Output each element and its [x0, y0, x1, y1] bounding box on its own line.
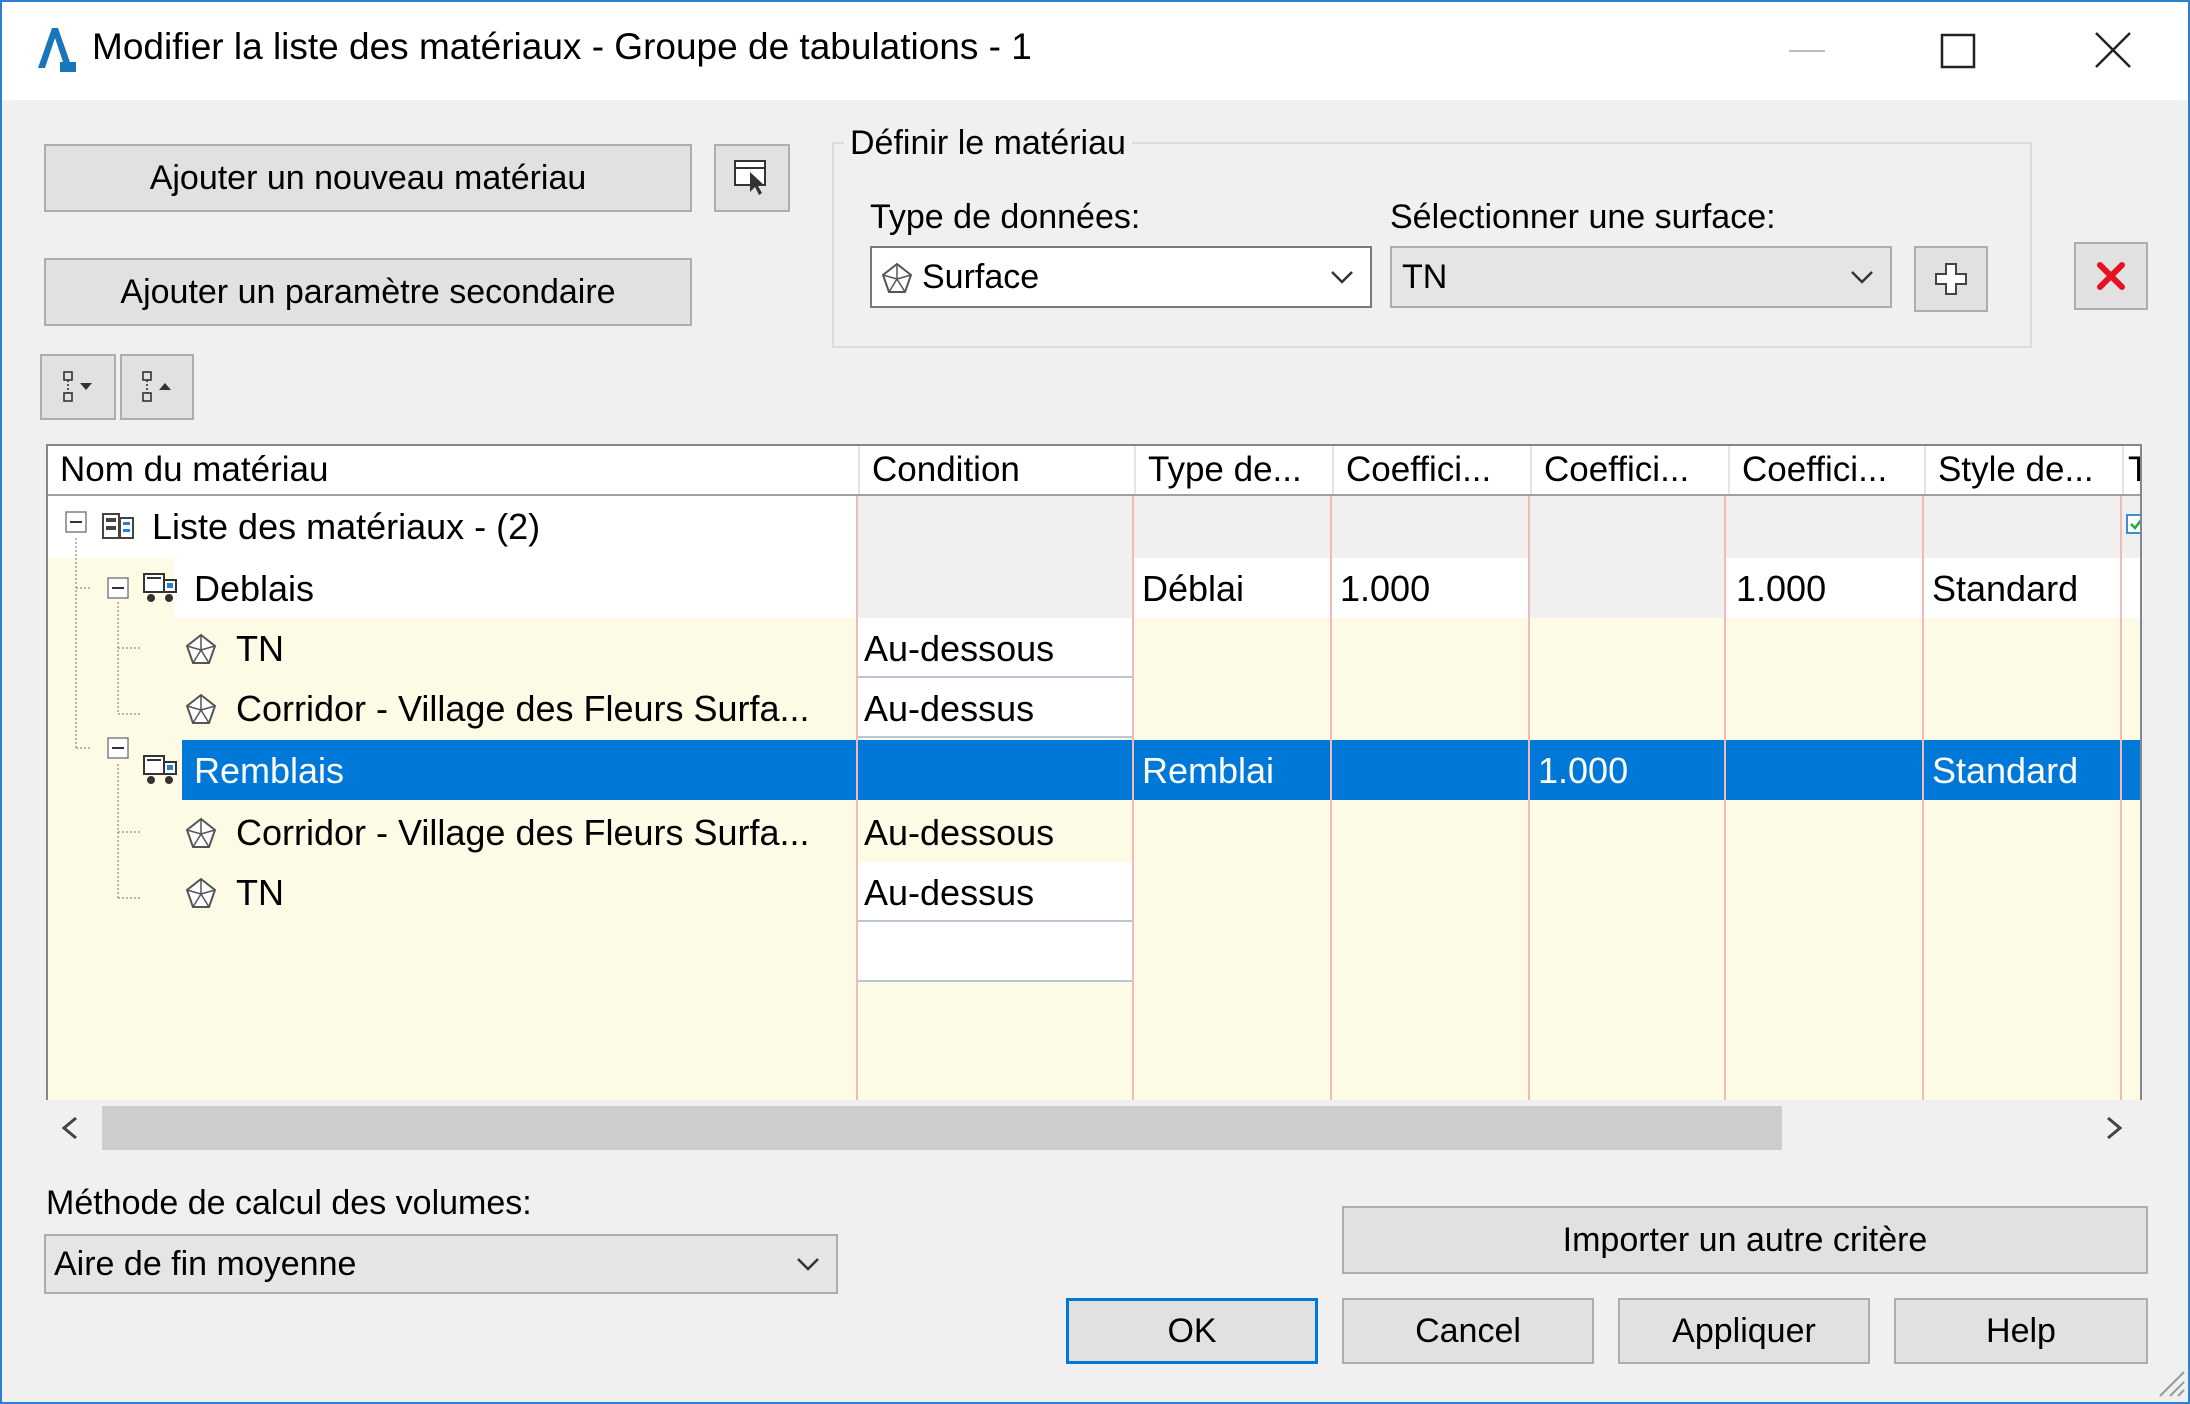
col-header-coefficient-2[interactable]: Coeffici... [1532, 446, 1730, 494]
surface-icon [185, 693, 217, 724]
horizontal-scrollbar[interactable] [46, 1100, 2142, 1156]
ok-button[interactable]: OK [1066, 1298, 1318, 1364]
add-secondary-parameter-button[interactable]: Ajouter un paramètre secondaire [44, 258, 692, 326]
expand-all-icon [63, 371, 92, 402]
autocad-icon [32, 24, 76, 74]
column-separator [856, 496, 858, 1108]
chevron-down-icon [788, 1236, 828, 1292]
surface-icon [185, 633, 217, 664]
row-name[interactable]: Remblais [194, 750, 344, 792]
surface-select-combo[interactable]: TN [1390, 246, 1892, 308]
surface-icon [881, 262, 913, 293]
chevron-down-icon [1842, 248, 1882, 306]
col-header-overflow[interactable]: T [2124, 446, 2140, 494]
data-type-label: Type de données: [870, 198, 1141, 236]
row-style[interactable]: Standard [1932, 568, 2078, 610]
col-header-name[interactable]: Nom du matériau [48, 446, 860, 494]
row-condition[interactable]: Au-dessous [864, 812, 1054, 854]
checkbox-icon[interactable] [2124, 510, 2142, 540]
dialog-window: Modifier la liste des matériaux - Groupe… [0, 0, 2190, 1404]
row-type[interactable]: Déblai [1142, 568, 1244, 610]
column-separator [1922, 496, 1924, 1108]
row-name[interactable]: TN [236, 628, 284, 670]
import-criteria-button[interactable]: Importer un autre critère [1342, 1206, 2148, 1274]
surface-icon [185, 877, 217, 908]
data-type-combo[interactable]: Surface [870, 246, 1372, 308]
pick-from-drawing-icon [734, 160, 766, 195]
chevron-down-icon [1322, 248, 1362, 306]
collapse-all-button[interactable] [120, 354, 194, 420]
row-name[interactable]: Corridor - Village des Fleurs Surfa... [236, 688, 810, 730]
row-bg-list-cells [856, 496, 2140, 558]
material-truck-icon [143, 573, 177, 602]
minimize-button[interactable] [1732, 2, 1882, 100]
column-separator [1724, 496, 1726, 1108]
scroll-right-icon[interactable] [2100, 1114, 2128, 1142]
resize-grip-icon[interactable] [2152, 1364, 2186, 1398]
scroll-left-icon[interactable] [56, 1114, 84, 1142]
maximize-icon [1940, 33, 1976, 69]
row-coefficient-1[interactable]: 1.000 [1340, 568, 1430, 610]
col-header-condition[interactable]: Condition [860, 446, 1136, 494]
data-type-value: Surface [922, 257, 1040, 296]
add-surface-button[interactable] [1914, 246, 1988, 312]
pick-from-drawing-button[interactable] [714, 144, 790, 212]
collapse-all-icon [142, 371, 171, 402]
row-type[interactable]: Remblai [1142, 750, 1274, 792]
column-separator [1132, 496, 1134, 1108]
surface-select-value: TN [1402, 257, 1448, 296]
help-button[interactable]: Help [1894, 1298, 2148, 1364]
column-separator [1528, 496, 1530, 1108]
row-coefficient-3[interactable]: 1.000 [1736, 568, 1826, 610]
volume-method-combo[interactable]: Aire de fin moyenne [44, 1234, 838, 1294]
column-separator [2120, 496, 2122, 1108]
volume-method-value: Aire de fin moyenne [54, 1244, 357, 1283]
maximize-button[interactable] [1882, 2, 2032, 100]
delete-icon [2097, 262, 2125, 290]
define-material-group [832, 142, 2032, 348]
add-surface-icon [1935, 263, 1967, 295]
col-header-coefficient-3[interactable]: Coeffici... [1730, 446, 1926, 494]
cell-bg [856, 922, 1132, 982]
row-condition[interactable]: Au-dessus [864, 688, 1034, 730]
material-list-icon [102, 513, 134, 539]
delete-button[interactable] [2074, 242, 2148, 310]
row-name[interactable]: Deblais [194, 568, 314, 610]
row-coefficient-2[interactable]: 1.000 [1538, 750, 1628, 792]
row-name[interactable]: TN [236, 872, 284, 914]
row-bg-deblais-cond [856, 558, 1132, 618]
cancel-button[interactable]: Cancel [1342, 1298, 1594, 1364]
surface-icon [185, 817, 217, 848]
close-icon [2095, 32, 2131, 68]
minimize-icon [1789, 50, 1825, 52]
scrollbar-thumb[interactable] [102, 1106, 1782, 1150]
material-grid[interactable]: Nom du matériau Condition Type de... Coe… [46, 444, 2142, 1156]
add-material-button[interactable]: Ajouter un nouveau matériau [44, 144, 692, 212]
row-style[interactable]: Standard [1932, 750, 2078, 792]
row-condition[interactable]: Au-dessous [864, 628, 1054, 670]
col-header-coefficient-1[interactable]: Coeffici... [1334, 446, 1532, 494]
col-header-type[interactable]: Type de... [1136, 446, 1334, 494]
row-condition[interactable]: Au-dessus [864, 872, 1034, 914]
close-button[interactable] [2038, 2, 2188, 100]
row-name[interactable]: Corridor - Village des Fleurs Surfa... [236, 812, 810, 854]
row-name[interactable]: Liste des matériaux - (2) [152, 506, 540, 548]
column-separator [1330, 496, 1332, 1108]
apply-button[interactable]: Appliquer [1618, 1298, 1870, 1364]
material-truck-icon [143, 755, 177, 784]
col-header-style[interactable]: Style de... [1926, 446, 2124, 494]
expand-all-button[interactable] [40, 354, 116, 420]
surface-select-label: Sélectionner une surface: [1390, 198, 1776, 236]
window-title: Modifier la liste des matériaux - Groupe… [92, 26, 1032, 67]
row-bg-deblais-c2 [1528, 558, 1724, 618]
volume-method-label: Méthode de calcul des volumes: [46, 1184, 532, 1222]
define-material-label: Définir le matériau [844, 124, 1132, 163]
title-bar: Modifier la liste des matériaux - Groupe… [2, 2, 2188, 100]
